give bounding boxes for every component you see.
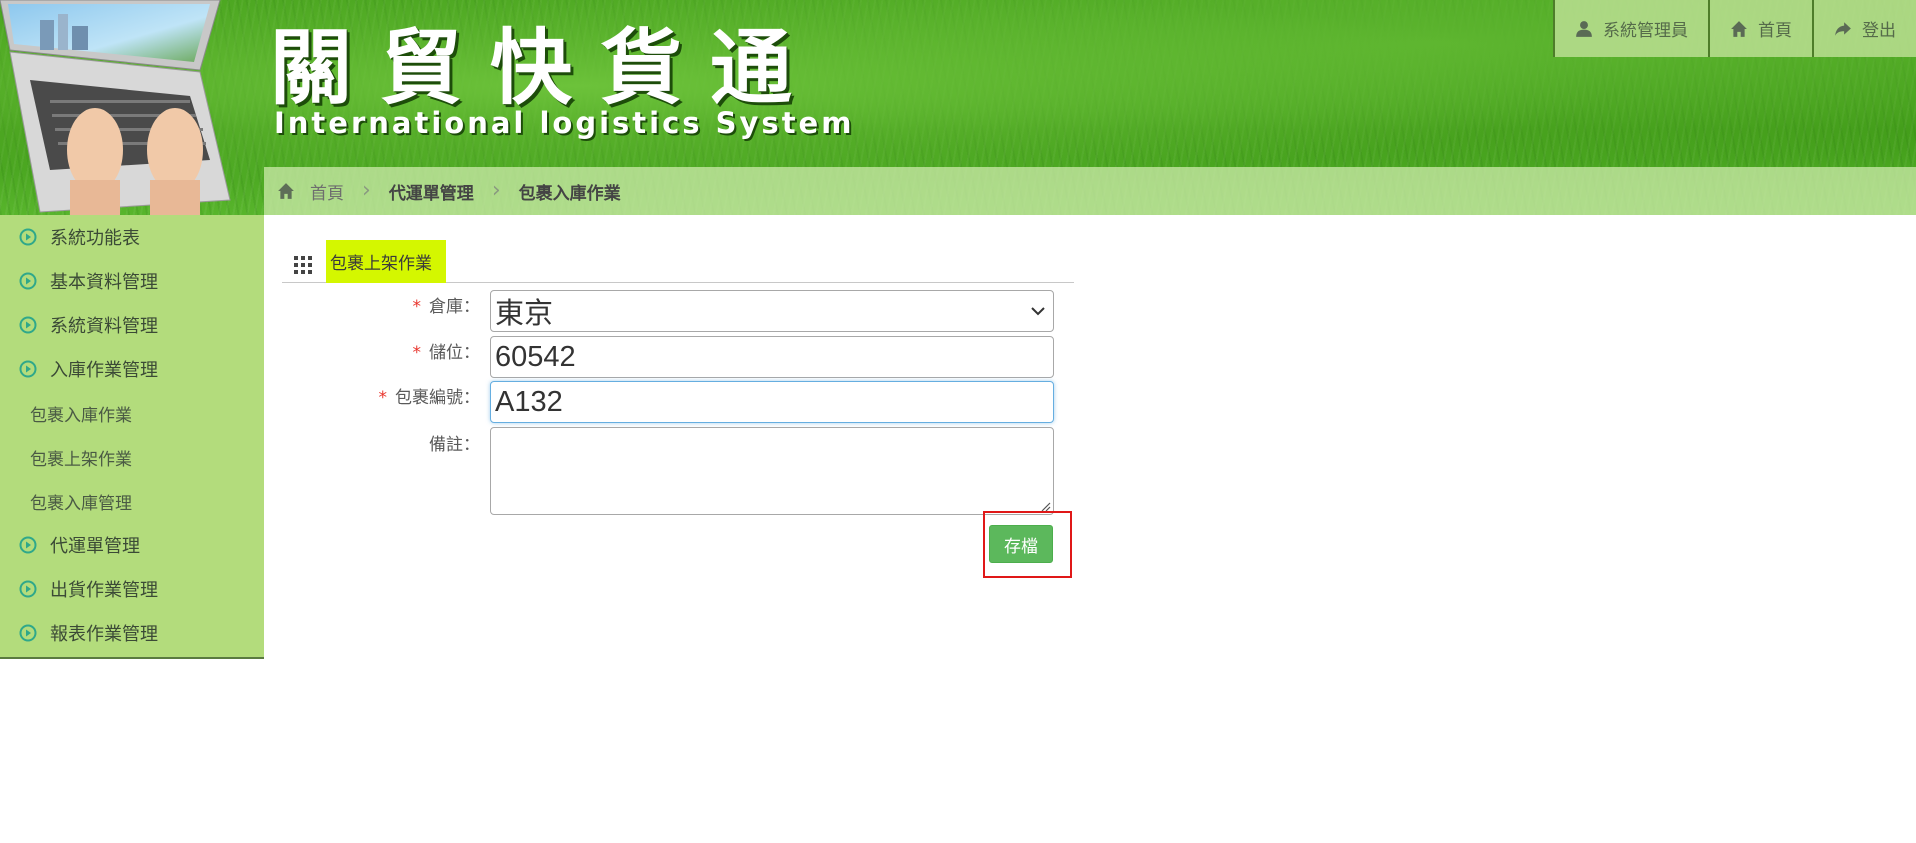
location-label: * 儲位： [413, 338, 481, 363]
sidebar-item-basic-data[interactable]: 基本資料管理 [0, 259, 264, 303]
user-icon [1576, 20, 1592, 37]
home-link[interactable]: 首頁 [1708, 0, 1812, 57]
remark-label: 備註： [429, 435, 480, 455]
circle-play-icon [19, 624, 37, 642]
top-nav: 系統管理員 首頁 登出 [1553, 0, 1916, 57]
sidebar-item-inbound[interactable]: 入庫作業管理 [0, 347, 264, 391]
warehouse-label-text: 倉庫： [429, 297, 480, 317]
circle-play-icon [19, 536, 37, 554]
required-mark: * [412, 343, 422, 363]
location-input-value: 60542 [495, 340, 576, 373]
sidebar-item-reports[interactable]: 報表作業管理 [0, 611, 264, 655]
breadcrumb-current: 包裹入庫作業 [518, 183, 621, 204]
chevron-right-icon: › [362, 178, 371, 203]
sidebar: 系統功能表 基本資料管理 系統資料管理 入庫作業管理 包裹入庫作業 包裹上架作業… [0, 215, 264, 659]
package-number-label: * 包裹編號： [379, 383, 481, 408]
sidebar-item-label: 系統資料管理 [50, 316, 158, 337]
chevron-right-icon: › [491, 178, 501, 203]
package-number-input[interactable]: A132 [490, 381, 1054, 423]
circle-play-icon [19, 228, 37, 246]
home-icon [1731, 20, 1747, 37]
section-title: 包裹上架作業 [326, 240, 446, 283]
breadcrumb-level1[interactable]: 代運單管理 [389, 179, 474, 204]
sidebar-subitem-package-inbound[interactable]: 包裹入庫作業 [0, 391, 264, 435]
sidebar-item-waybill[interactable]: 代運單管理 [0, 523, 264, 567]
chevron-down-icon [1031, 307, 1045, 316]
sidebar-item-label: 入庫作業管理 [50, 360, 158, 381]
logo-chinese-title: 關貿快貨通 [270, 20, 821, 116]
circle-play-icon [19, 580, 37, 598]
grid-icon [294, 256, 312, 274]
sidebar-item-shipping[interactable]: 出貨作業管理 [0, 567, 264, 611]
home-link-label: 首頁 [1758, 21, 1792, 41]
laptop-logo-image [0, 0, 231, 215]
sidebar-item-label: 報表作業管理 [50, 624, 158, 645]
sidebar-item-label: 出貨作業管理 [50, 580, 158, 601]
logo-english-title: International logistics System [274, 106, 855, 140]
logout-link[interactable]: 登出 [1812, 0, 1916, 57]
location-label-text: 儲位： [429, 343, 480, 363]
app-header: 關貿快貨通 International logistics System 系統管… [0, 0, 1916, 215]
share-arrow-icon [1835, 21, 1851, 36]
save-button[interactable]: 存檔 [989, 525, 1053, 563]
sidebar-item-system-data[interactable]: 系統資料管理 [0, 303, 264, 347]
sidebar-subitem-package-shelving[interactable]: 包裹上架作業 [0, 435, 264, 479]
sidebar-item-system-menu[interactable]: 系統功能表 [0, 215, 264, 259]
warehouse-select[interactable]: 東京 [490, 290, 1054, 332]
circle-play-icon [19, 272, 37, 290]
admin-user-link[interactable]: 系統管理員 [1553, 0, 1708, 57]
sidebar-item-label: 基本資料管理 [50, 272, 158, 293]
remark-textarea[interactable] [490, 427, 1054, 515]
sidebar-item-label: 代運單管理 [50, 536, 140, 557]
location-input[interactable]: 60542 [490, 336, 1054, 378]
breadcrumb: 首頁 › 代運單管理 › 包裹入庫作業 [264, 167, 1916, 215]
breadcrumb-home[interactable]: 首頁 [310, 179, 344, 204]
required-mark: * [412, 297, 422, 317]
sidebar-item-label: 系統功能表 [50, 228, 140, 249]
package-number-input-value: A132 [495, 385, 563, 418]
section-header: 包裹上架作業 [282, 240, 1074, 283]
package-number-label-text: 包裹編號： [395, 388, 480, 408]
sidebar-subitem-inbound-management[interactable]: 包裹入庫管理 [0, 479, 264, 523]
logout-label: 登出 [1862, 21, 1896, 41]
admin-user-label: 系統管理員 [1603, 21, 1688, 41]
required-mark: * [378, 388, 388, 408]
warehouse-select-value: 東京 [495, 298, 554, 330]
circle-play-icon [19, 316, 37, 334]
circle-play-icon [19, 360, 37, 378]
warehouse-label: * 倉庫： [413, 292, 481, 317]
home-icon [278, 183, 294, 199]
